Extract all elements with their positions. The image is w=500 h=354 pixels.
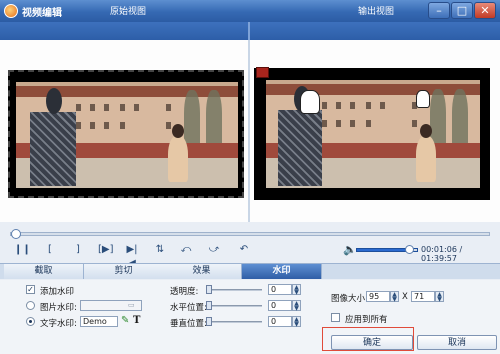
transparency-label: 透明度:	[170, 287, 199, 297]
vertical-spinner[interactable]: ▲ ▼	[292, 316, 301, 328]
width-input[interactable]: 95	[366, 291, 390, 302]
output-view-label: 输出视图	[358, 7, 395, 17]
vertical-label: 垂直位置:	[170, 319, 207, 329]
timeline-playhead[interactable]	[11, 229, 22, 239]
vertical-value[interactable]: 0	[268, 316, 292, 327]
flip-vertical-button[interactable]: ⇅	[154, 243, 166, 257]
width-spinner[interactable]: ▲ ▼	[390, 291, 399, 303]
horizontal-value[interactable]: 0	[268, 300, 292, 311]
jump-button[interactable]: ▶|◀	[126, 243, 138, 269]
pause-button[interactable]: ❙❙	[14, 243, 31, 257]
cancel-button[interactable]: 取消	[417, 335, 497, 350]
timeline-track[interactable]	[10, 232, 490, 236]
maximize-button[interactable]: □	[451, 2, 473, 19]
rotate-left-button[interactable]: ⤺	[180, 243, 192, 257]
original-video-frame[interactable]	[8, 70, 244, 198]
rotate-right-button[interactable]: ⤻	[208, 243, 220, 257]
preview-divider	[248, 40, 250, 222]
font-icon[interactable]: T	[133, 315, 140, 326]
view-header	[0, 22, 500, 40]
horizontal-slider[interactable]	[208, 305, 262, 307]
transparency-knob[interactable]	[206, 285, 212, 294]
tab-effect[interactable]: 效果	[162, 264, 242, 279]
apply-all-label: 应用到所有	[345, 315, 388, 325]
window-title: 视频编辑	[22, 8, 62, 19]
volume-knob[interactable]	[404, 245, 414, 254]
vertical-knob[interactable]	[206, 317, 212, 326]
minimize-button[interactable]: –	[428, 2, 450, 19]
folder-icon[interactable]: ▭	[128, 301, 139, 310]
transparency-value[interactable]: 0	[268, 284, 292, 295]
tab-watermark[interactable]: 水印	[242, 264, 322, 279]
add-watermark-checkbox[interactable]: ✓	[26, 285, 35, 294]
image-watermark-radio[interactable]	[26, 301, 35, 310]
volume-icon[interactable]: 🔈	[343, 243, 357, 257]
mark-in-button[interactable]: [	[44, 243, 56, 257]
output-video-image	[266, 80, 480, 188]
play-segment-button[interactable]: [▶]	[98, 243, 114, 257]
add-watermark-label: 添加水印	[40, 287, 75, 297]
title-bar	[0, 0, 500, 22]
app-icon	[4, 4, 18, 18]
image-size-label: 图像大小:	[331, 294, 368, 304]
horizontal-knob[interactable]	[206, 301, 212, 310]
original-view-label: 原始视图	[110, 7, 147, 17]
watermark-position-handle[interactable]	[256, 67, 269, 78]
original-video-image	[16, 82, 238, 188]
transparency-spinner[interactable]: ▲ ▼	[292, 284, 301, 296]
apply-all-checkbox[interactable]	[331, 313, 340, 322]
output-video-frame[interactable]	[254, 68, 490, 200]
time-display: 00:01:06 / 01:39:57	[421, 245, 463, 263]
vertical-slider[interactable]	[208, 321, 262, 323]
text-watermark-input[interactable]: Demo	[80, 316, 118, 327]
height-spinner[interactable]: ▲ ▼	[435, 291, 444, 303]
size-separator: X	[402, 292, 408, 302]
tab-clip[interactable]: 剪切	[84, 264, 164, 279]
tab-crop[interactable]: 截取	[4, 264, 84, 279]
mark-out-button[interactable]: ]	[72, 243, 84, 257]
transparency-slider[interactable]	[208, 289, 262, 291]
image-watermark-label: 图片水印:	[40, 303, 77, 313]
highlight-annotation	[322, 327, 414, 351]
view-separator	[248, 22, 250, 40]
close-button[interactable]: ✕	[474, 2, 496, 19]
text-watermark-label: 文字水印:	[40, 319, 77, 329]
text-color-icon[interactable]: ✎	[121, 315, 129, 326]
horizontal-spinner[interactable]: ▲ ▼	[292, 300, 301, 312]
text-watermark-radio[interactable]	[26, 317, 35, 326]
undo-button[interactable]: ↶	[238, 243, 250, 257]
horizontal-label: 水平位置:	[170, 303, 207, 313]
height-input[interactable]: 71	[411, 291, 435, 302]
